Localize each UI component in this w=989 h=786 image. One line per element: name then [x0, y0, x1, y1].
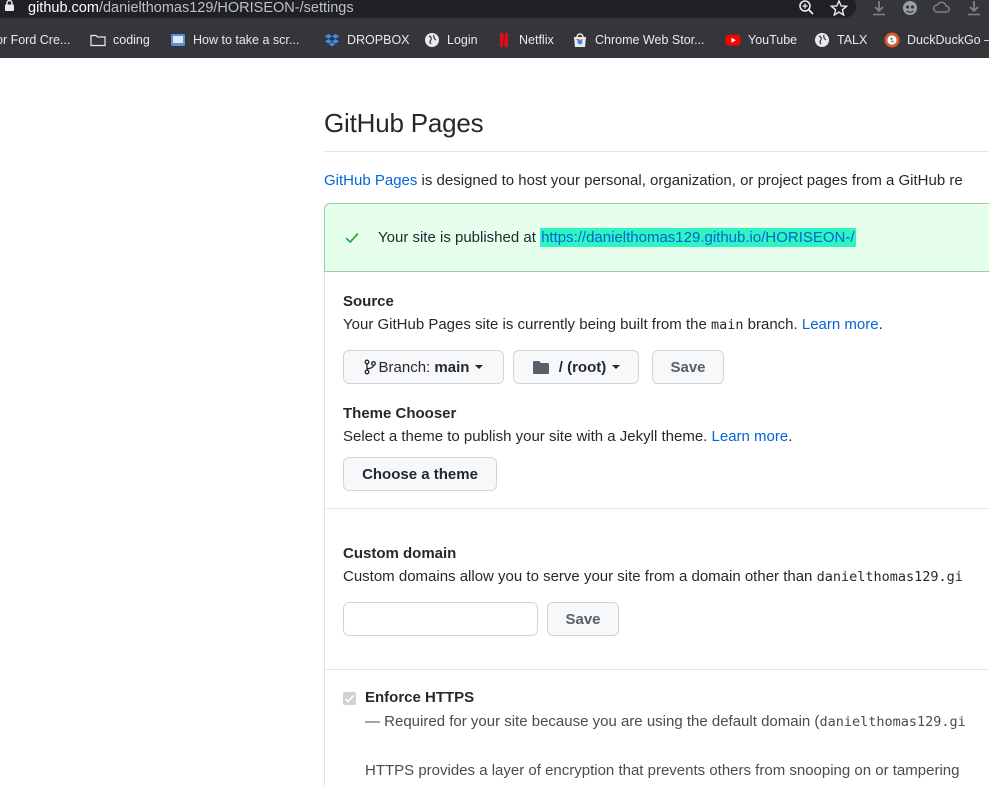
branch-select-button[interactable]: Branch: main	[343, 350, 504, 384]
theme-description: Select a theme to publish your site with…	[343, 428, 792, 445]
source-save-button[interactable]: Save	[652, 350, 724, 384]
bookmark-youtube[interactable]: YouTube	[725, 22, 797, 58]
custom-domain-title: Custom domain	[343, 545, 457, 562]
bookmark-duckduckgo[interactable]: DuckDuckGo –	[884, 22, 989, 58]
zoom-icon[interactable]	[798, 0, 816, 16]
cloud-icon[interactable]	[933, 0, 951, 16]
globe-icon	[815, 33, 829, 47]
folder-value: / (root)	[558, 358, 607, 376]
bookmark-star-icon[interactable]	[830, 0, 848, 16]
bookmark-dropbox[interactable]: DROPBOX	[324, 22, 410, 58]
theme-title: Theme Chooser	[343, 405, 457, 422]
https-domain-code: danielthomas129.gi	[819, 714, 966, 730]
chevron-down-icon	[475, 365, 484, 369]
bookmark-label: Netflix	[519, 33, 554, 47]
chevron-down-icon	[612, 365, 621, 369]
period: .	[788, 428, 793, 445]
custom-domain-description: Custom domains allow you to serve your s…	[343, 568, 963, 585]
bookmark-label: or Ford Cre...	[0, 33, 71, 47]
lock-icon	[5, 0, 14, 11]
netflix-icon	[500, 33, 508, 47]
custom-domain-save-button[interactable]: Save	[547, 602, 619, 636]
choose-theme-button[interactable]: Choose a theme	[343, 457, 497, 491]
bookmark-label: Login	[447, 33, 478, 47]
bookmark-label: coding	[113, 33, 150, 47]
source-learn-more-link[interactable]: Learn more	[802, 316, 879, 333]
source-text-after: branch.	[743, 316, 802, 333]
bookmark-label: YouTube	[748, 33, 798, 47]
bookmark-screenshot[interactable]: How to take a scr...	[170, 22, 299, 58]
theme-text: Select a theme to publish your site with…	[343, 428, 712, 445]
branch-label: Branch:	[378, 358, 431, 376]
bookmark-label: Chrome Web Stor...	[595, 33, 705, 47]
bookmark-coding[interactable]: coding	[90, 22, 150, 58]
enforce-https-title: Enforce HTTPS	[365, 689, 475, 706]
folder-icon	[532, 360, 549, 374]
bookmark-label: DuckDuckGo –	[907, 33, 989, 47]
omnibox[interactable]: github.com/danielthomas129/HORISEON-/set…	[0, 0, 856, 18]
url-text[interactable]: github.com/danielthomas129/HORISEON-/set…	[28, 0, 354, 16]
branch-value: main	[434, 358, 470, 376]
section-divider	[325, 508, 989, 509]
section-divider	[325, 669, 989, 670]
youtube-icon	[725, 35, 741, 46]
check-icon	[345, 233, 359, 243]
page-icon	[171, 34, 185, 46]
custom-domain-input[interactable]	[343, 602, 538, 636]
duckduckgo-icon	[884, 32, 900, 48]
bookmarks-bar: or Ford Cre... coding How to take a scr.…	[0, 22, 989, 58]
bookmark-chrome-web-store[interactable]: Chrome Web Stor...	[572, 22, 705, 58]
web-store-icon	[574, 33, 586, 47]
github-pages-link[interactable]: GitHub Pages	[324, 172, 417, 189]
published-site-link[interactable]: https://danielthomas129.github.io/HORISE…	[540, 228, 856, 247]
branch-code: main	[710, 317, 744, 333]
browser-address-bar: github.com/danielthomas129/HORISEON-/set…	[0, 0, 989, 22]
source-text: Your GitHub Pages site is currently bein…	[343, 316, 711, 333]
url-path: /danielthomas129/HORISEON-/settings	[98, 0, 354, 16]
bookmark-label: TALX	[837, 33, 868, 47]
extension-icon[interactable]	[901, 0, 919, 16]
custom-domain-text: Custom domains allow you to serve your s…	[343, 568, 817, 585]
download-icon[interactable]	[870, 0, 888, 16]
title-divider	[324, 151, 989, 152]
bookmark-talx[interactable]: TALX	[814, 22, 867, 58]
checkmark-icon	[344, 694, 355, 703]
folder-select-button[interactable]: / (root)	[513, 350, 639, 384]
dropbox-icon	[325, 34, 339, 47]
download-arrow-icon[interactable]	[965, 0, 983, 16]
git-branch-icon	[364, 359, 376, 375]
bookmark-login[interactable]: Login	[424, 22, 478, 58]
url-host: github.com	[28, 0, 99, 16]
period: .	[878, 316, 883, 333]
published-text: Your site is published at https://daniel…	[378, 228, 856, 247]
bookmark-ford[interactable]: or Ford Cre...	[0, 22, 70, 58]
folder-icon	[90, 34, 106, 47]
https-note-text: — Required for your site because you are…	[365, 713, 820, 730]
published-label: Your site is published at	[378, 229, 541, 246]
bookmark-netflix[interactable]: Netflix	[496, 22, 554, 58]
enforce-https-note: — Required for your site because you are…	[365, 713, 966, 730]
bookmark-label: DROPBOX	[347, 33, 410, 47]
intro-text: GitHub Pages is designed to host your pe…	[324, 172, 963, 189]
default-domain-code: danielthomas129.gi	[816, 569, 963, 585]
https-description: HTTPS provides a layer of encryption tha…	[365, 762, 960, 779]
source-description: Your GitHub Pages site is currently bein…	[343, 316, 883, 333]
intro-body: is designed to host your personal, organ…	[417, 172, 963, 189]
theme-learn-more-link[interactable]: Learn more	[712, 428, 789, 445]
enforce-https-checkbox[interactable]	[343, 692, 356, 705]
bookmark-label: How to take a scr...	[193, 33, 300, 47]
globe-icon	[425, 33, 439, 47]
source-title: Source	[343, 293, 394, 310]
page-title: GitHub Pages	[324, 108, 484, 138]
